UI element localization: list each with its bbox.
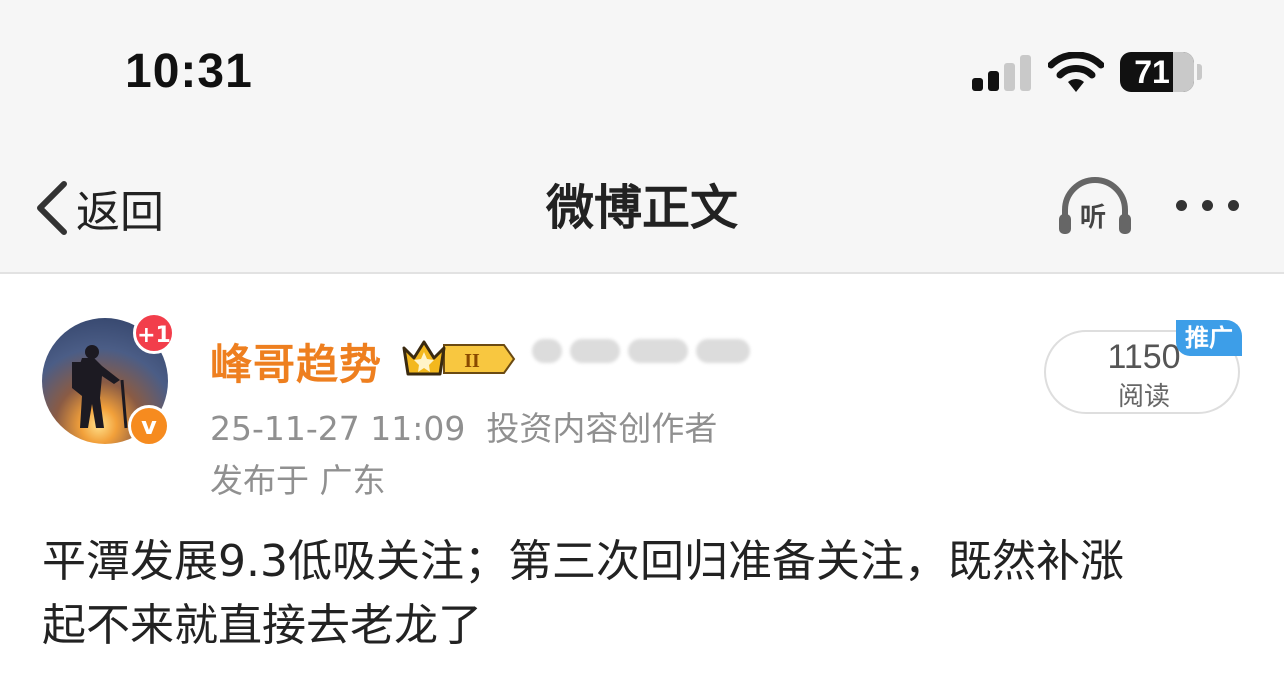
notification-badge: +1 [133, 312, 175, 354]
promo-tag: 推广 [1176, 320, 1242, 356]
chevron-left-icon [37, 181, 67, 235]
post-location: 发布于 广东 [210, 461, 386, 500]
crown-icon: II [402, 340, 516, 376]
back-button[interactable]: 返回 [34, 178, 164, 238]
status-time: 10:31 [125, 45, 253, 98]
battery-tip [1197, 64, 1202, 80]
wifi-icon [1048, 52, 1104, 92]
listen-label: 听 [1080, 203, 1107, 233]
header-divider [0, 272, 1284, 274]
author-name[interactable]: 峰哥趋势 [210, 331, 382, 392]
verified-badge: v [128, 405, 170, 447]
battery-icon: 71 [1120, 52, 1194, 92]
back-label: 返回 [76, 187, 164, 238]
more-options-icon[interactable] [1172, 196, 1246, 216]
battery-level: 71 [1134, 54, 1170, 90]
blurred-badges [532, 336, 750, 366]
post-text-line: 平潭发展9.3低吸关注；第三次回归准备关注，既然补涨 [42, 536, 1124, 587]
post-date: 25-11-27 11:09 [210, 409, 466, 448]
badge-level-text: II [464, 350, 480, 372]
post-meta: 25-11-27 11:09 投资内容创作者 [210, 402, 717, 450]
post-body: 平潭发展9.3低吸关注；第三次回归准备关注，既然补涨 起不来就直接去老龙了 [42, 530, 1242, 658]
author-tag: 投资内容创作者 [486, 409, 718, 448]
post-text-line: 起不来就直接去老龙了 [42, 600, 482, 651]
signal-icon [972, 55, 1032, 91]
read-label: 阅读 [1117, 382, 1170, 412]
